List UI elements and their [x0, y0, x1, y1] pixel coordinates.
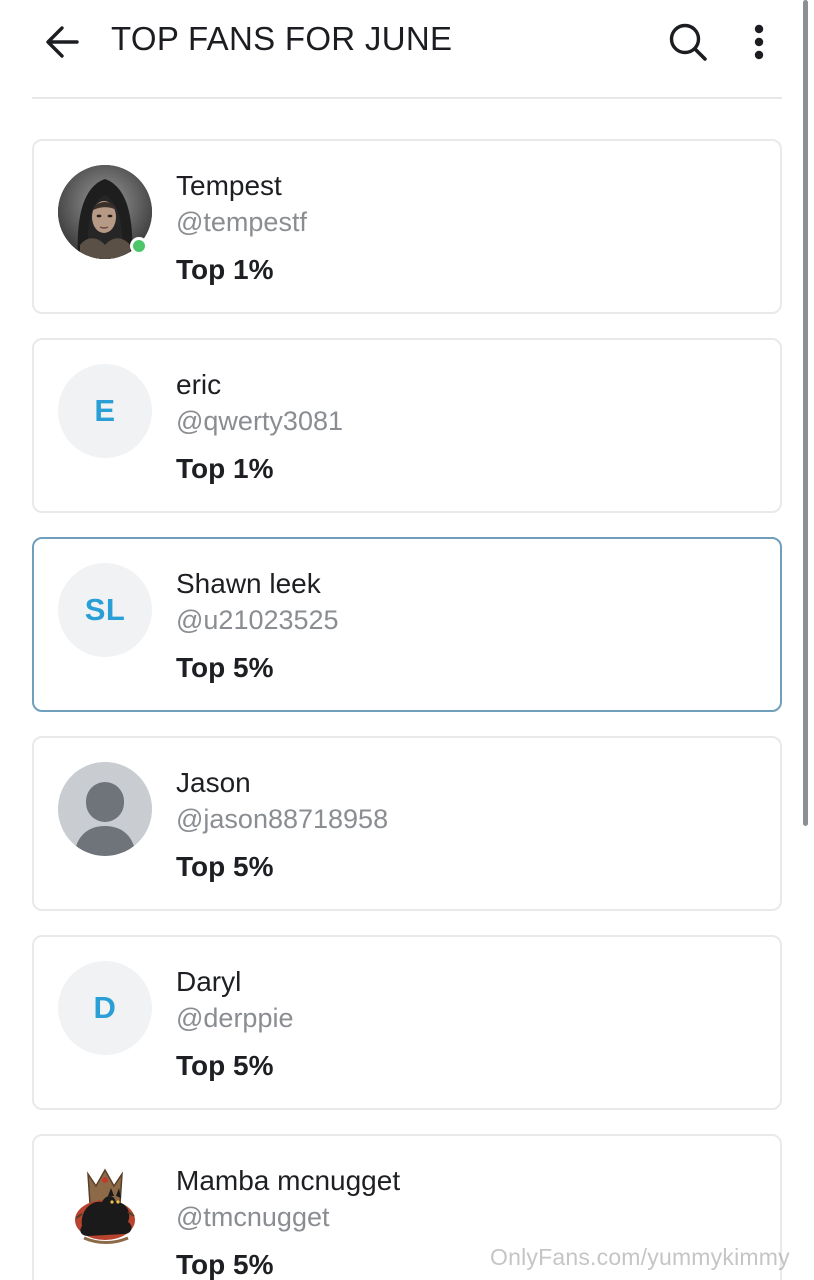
fan-rank: Top 5%	[176, 851, 274, 882]
fan-handle[interactable]: @tempestf	[176, 205, 307, 239]
scrollbar[interactable]	[803, 0, 808, 826]
more-vertical-icon	[754, 24, 764, 60]
fan-rank: Top 5%	[176, 1249, 274, 1280]
top-bar: TOP FANS FOR JUNE	[0, 0, 800, 99]
fan-card[interactable]: Tempest @tempestf Top 1%	[32, 139, 782, 314]
watermark: OnlyFans.com/yummykimmy	[490, 1244, 790, 1270]
fans-list: Tempest @tempestf Top 1% E eric @qwerty3…	[32, 139, 782, 1280]
avatar[interactable]: D	[58, 961, 152, 1055]
avatar-initials: E	[94, 393, 116, 428]
more-options-button[interactable]	[737, 18, 781, 66]
back-button[interactable]	[40, 20, 84, 64]
avatar-initials: SL	[84, 592, 126, 627]
fan-card[interactable]: SL Shawn leek @u21023525 Top 5%	[32, 537, 782, 712]
avatar[interactable]: SL	[58, 563, 152, 657]
fan-name[interactable]: Tempest	[176, 169, 282, 203]
fan-card[interactable]: D Daryl @derppie Top 5%	[32, 935, 782, 1110]
fan-rank: Top 1%	[176, 254, 274, 285]
avatar[interactable]	[58, 165, 152, 259]
person-placeholder-icon	[58, 762, 152, 856]
avatar[interactable]	[58, 762, 152, 856]
header-divider	[32, 97, 782, 99]
top-fans-screen: TOP FANS FOR JUNE Tempest @tempestf Top …	[0, 0, 814, 1280]
fan-handle[interactable]: @jason88718958	[176, 802, 388, 836]
fan-name[interactable]: Mamba mcnugget	[176, 1164, 400, 1198]
fan-rank: Top 5%	[176, 652, 274, 683]
search-icon	[669, 23, 707, 61]
fan-name[interactable]: eric	[176, 368, 221, 402]
avatar-initials: D	[93, 990, 117, 1025]
avatar[interactable]	[58, 1160, 152, 1254]
fan-card[interactable]: Jason @jason88718958 Top 5%	[32, 736, 782, 911]
fan-name[interactable]: Daryl	[176, 965, 241, 999]
fan-rank: Top 5%	[176, 1050, 274, 1081]
search-button[interactable]	[664, 18, 712, 66]
fan-handle[interactable]: @u21023525	[176, 603, 339, 637]
fan-name[interactable]: Jason	[176, 766, 251, 800]
fan-rank: Top 1%	[176, 453, 274, 484]
arrow-left-icon	[46, 26, 79, 58]
fan-name[interactable]: Shawn leek	[176, 567, 321, 601]
fan-handle[interactable]: @tmcnugget	[176, 1200, 329, 1234]
fan-card[interactable]: E eric @qwerty3081 Top 1%	[32, 338, 782, 513]
avatar[interactable]: E	[58, 364, 152, 458]
online-status-dot	[130, 237, 148, 255]
page-title: TOP FANS FOR JUNE	[111, 20, 453, 57]
black-cat-emblem-photo	[75, 1168, 135, 1244]
fan-handle[interactable]: @qwerty3081	[176, 404, 343, 438]
fan-handle[interactable]: @derppie	[176, 1001, 293, 1035]
